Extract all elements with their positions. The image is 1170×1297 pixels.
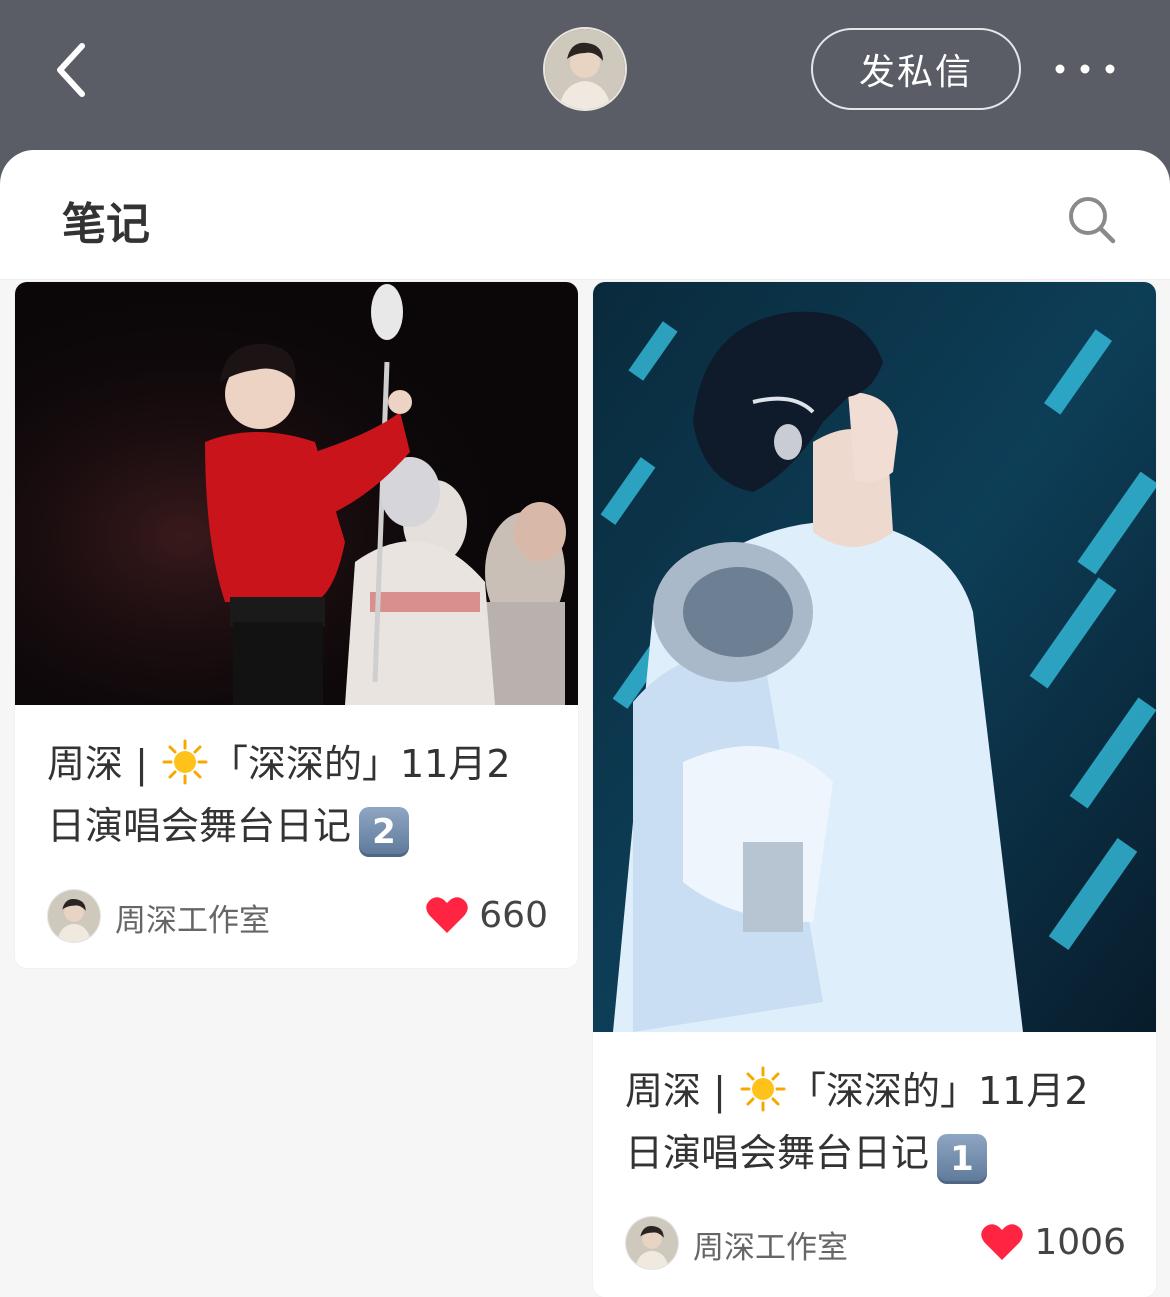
note-card-body: 周深 | 「深深的」11月2日演唱会舞台日记 2 周深工作室 660 [15,733,578,951]
top-bar: 发私信 [0,0,1170,150]
note-title[interactable]: 周深 | 「深深的」11月2日演唱会舞台日记 2 [47,733,548,857]
note-title-prefix: 周深 | [625,1069,738,1113]
author-avatar[interactable] [47,889,101,943]
search-button[interactable] [1064,192,1120,248]
sun-emoji-icon [740,1066,786,1112]
ellipsis-icon [1055,64,1115,74]
sheet-title: 笔记 [62,199,150,250]
sheet-header: 笔记 [0,150,1170,280]
author-avatar[interactable] [625,1216,679,1270]
profile-avatar[interactable] [543,27,627,111]
send-message-button[interactable]: 发私信 [811,28,1021,110]
like-count: 1006 [1034,1221,1126,1263]
author-avatar-image [626,1217,678,1269]
note-card-body: 周深 | 「深深的」11月2日演唱会舞台日记 1 周深工作室 1006 [593,1060,1156,1278]
notes-sheet: 笔记 周深 | 「深深的」11月2日演唱会舞台日记 2 周深工作室 660 周深… [0,150,1170,1297]
notes-feed: 周深 | 「深深的」11月2日演唱会舞台日记 2 周深工作室 660 周深 | … [0,280,1170,1297]
concert-photo-blue-feathers [593,282,1156,1032]
more-button[interactable] [1050,52,1120,86]
like-button[interactable]: 1006 [980,1214,1126,1270]
avatar-image [545,29,625,109]
note-title-prefix: 周深 | [47,742,160,786]
author-name[interactable]: 周深工作室 [693,1222,848,1267]
note-card[interactable]: 周深 | 「深深的」11月2日演唱会舞台日记 2 周深工作室 660 [15,282,578,968]
sun-emoji-icon [162,739,208,785]
note-title[interactable]: 周深 | 「深深的」11月2日演唱会舞台日记 1 [625,1060,1126,1184]
author-name[interactable]: 周深工作室 [115,895,270,940]
search-icon [1069,197,1116,244]
note-footer: 周深工作室 1006 [625,1208,1126,1278]
note-card[interactable]: 周深 | 「深深的」11月2日演唱会舞台日记 1 周深工作室 1006 [593,282,1156,1297]
heart-icon [425,895,469,935]
concert-photo-red-shirt [15,282,578,705]
keycap-number-badge: 2 [359,807,410,857]
heart-icon [980,1222,1024,1262]
keycap-number-badge: 1 [937,1134,988,1184]
like-button[interactable]: 660 [425,887,548,943]
chevron-left-icon [57,43,85,97]
note-cover-image[interactable] [593,282,1156,1032]
like-count: 660 [479,894,548,936]
back-button[interactable] [40,30,110,110]
author-avatar-image [48,890,100,942]
note-footer: 周深工作室 660 [47,881,548,951]
note-cover-image[interactable] [15,282,578,705]
